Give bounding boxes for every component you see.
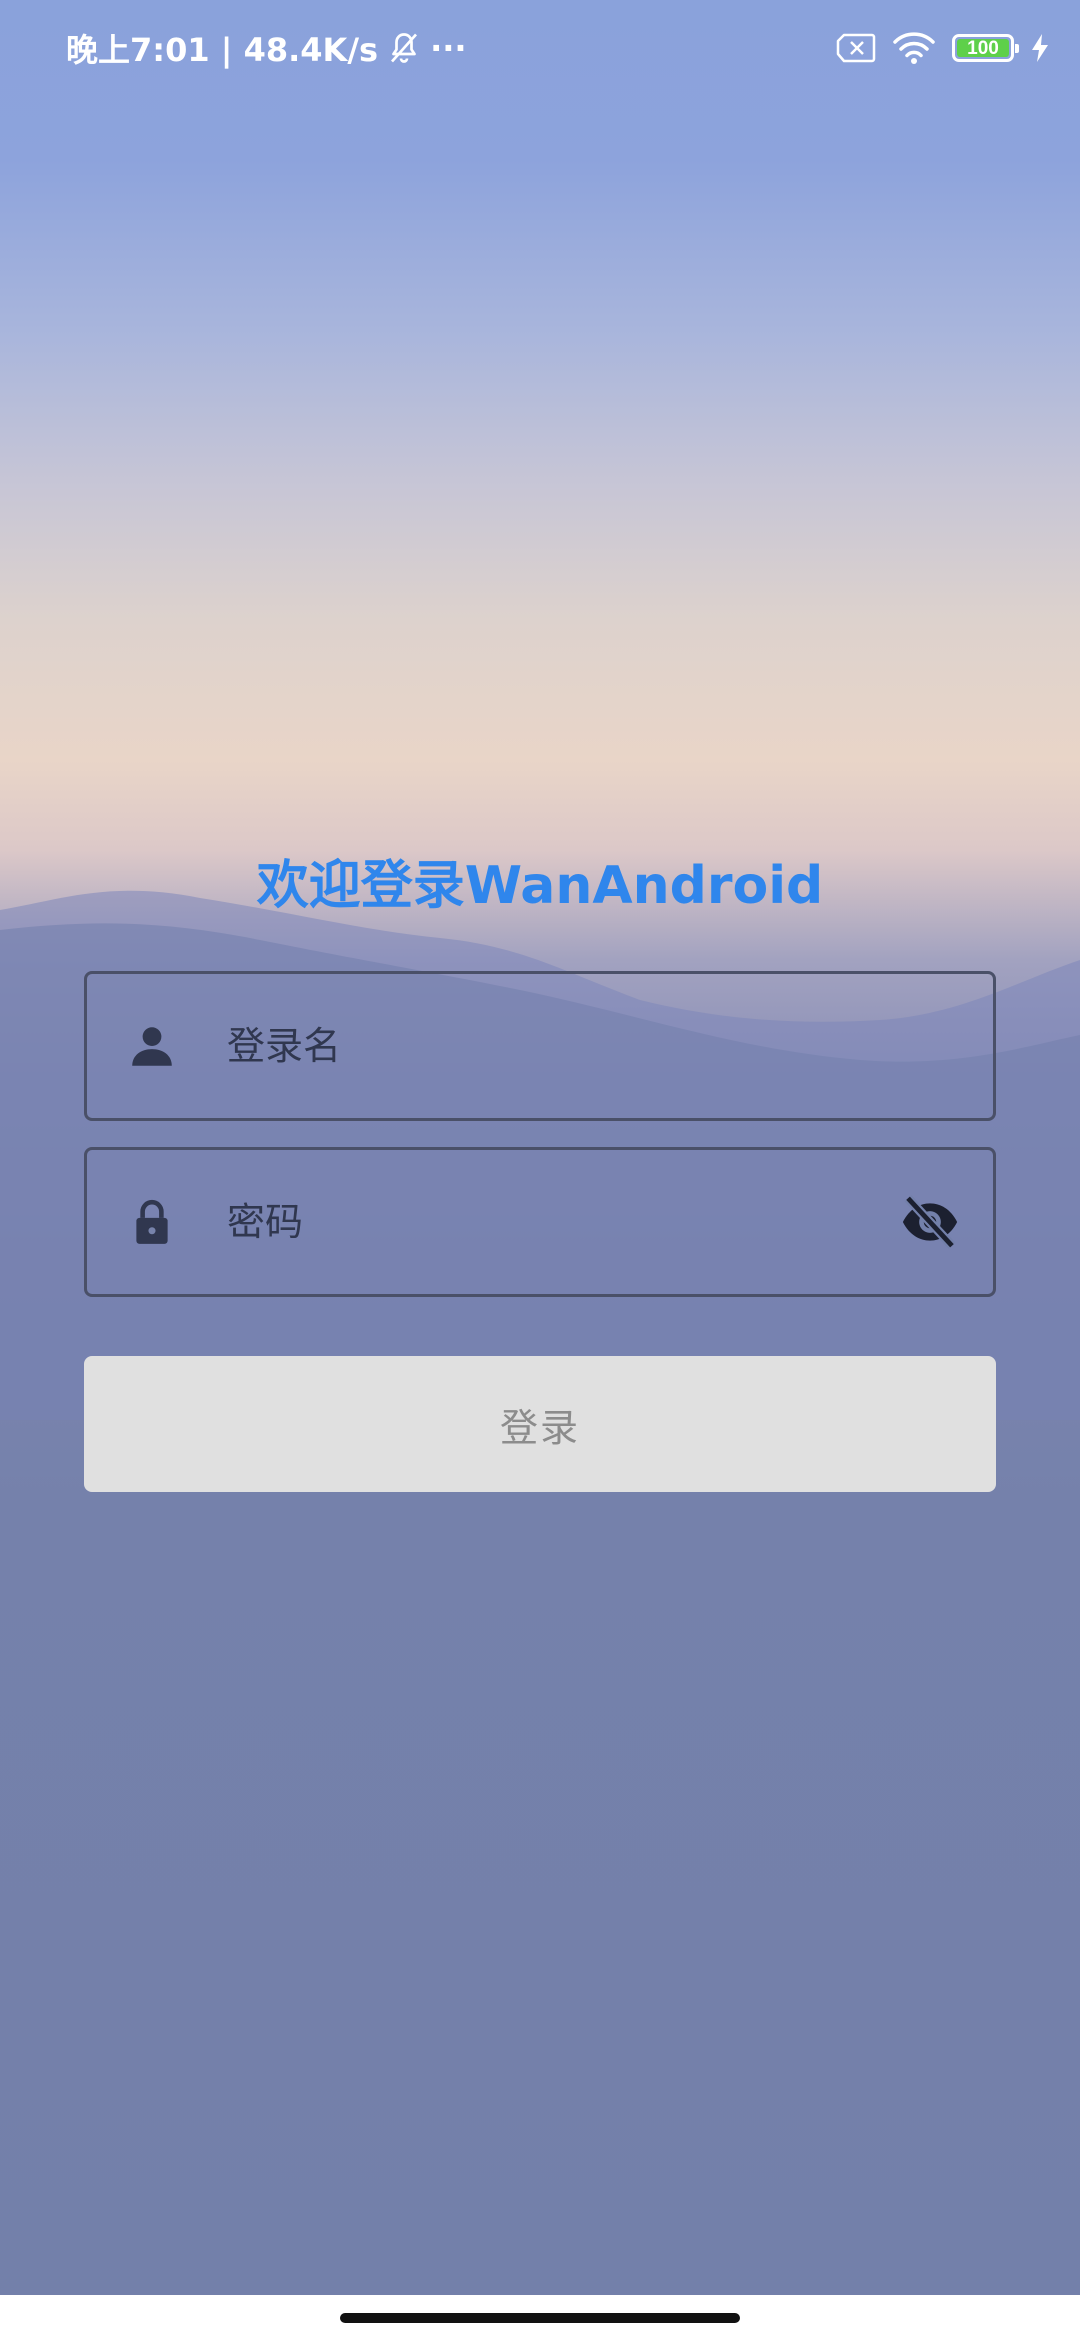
battery-icon: 100 — [952, 34, 1019, 62]
status-left: 晚上7:01 | 48.4K/s ··· — [66, 24, 467, 72]
wifi-icon — [892, 31, 936, 65]
password-input[interactable] — [227, 1150, 907, 1294]
sim-off-icon — [836, 33, 876, 63]
status-bar: 晚上7:01 | 48.4K/s ··· 100 — [0, 0, 1080, 96]
battery-level: 100 — [967, 37, 999, 59]
status-time-speed: 晚上7:01 | 48.4K/s — [66, 31, 379, 69]
home-indicator[interactable] — [340, 2313, 740, 2323]
status-more-dots: ··· — [430, 29, 467, 67]
status-right: 100 — [836, 26, 1050, 70]
battery-fill: 100 — [957, 37, 1009, 59]
username-input[interactable] — [227, 974, 907, 1118]
username-field[interactable] — [84, 971, 996, 1121]
password-field[interactable] — [84, 1147, 996, 1297]
lock-icon — [127, 1197, 177, 1247]
charging-bolt-icon — [1030, 33, 1050, 63]
battery-tip — [1015, 44, 1019, 53]
visibility-off-icon[interactable] — [899, 1191, 961, 1253]
mute-bell-icon — [386, 30, 422, 66]
welcome-title: 欢迎登录WanAndroid — [256, 856, 824, 916]
person-icon — [127, 1021, 177, 1071]
login-button[interactable]: 登录 — [84, 1356, 996, 1492]
